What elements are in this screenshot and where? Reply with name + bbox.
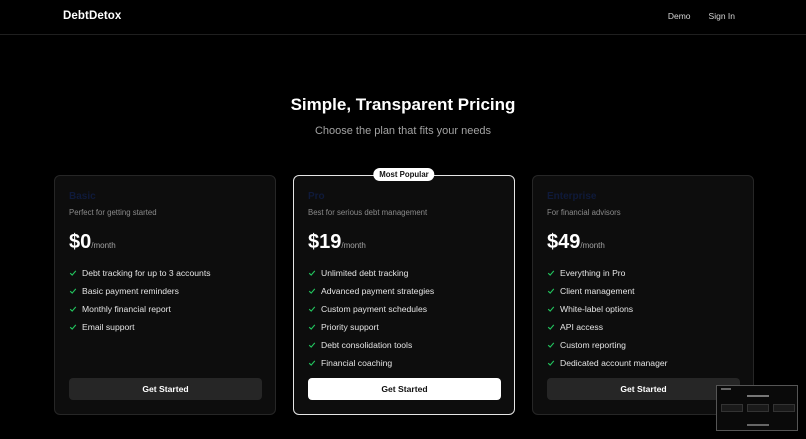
check-icon — [308, 306, 316, 312]
check-icon — [547, 288, 555, 294]
feature-label: Email support — [82, 322, 135, 332]
nav-sign-in-link[interactable]: Sign In — [709, 11, 735, 21]
get-started-button-pro[interactable]: Get Started — [308, 378, 501, 400]
get-started-button-basic[interactable]: Get Started — [69, 378, 262, 400]
check-icon — [547, 270, 555, 276]
feature-label: Custom reporting — [560, 340, 626, 350]
check-icon — [308, 324, 316, 330]
feature-label: Advanced payment strategies — [321, 286, 435, 296]
feature-item: Unlimited debt tracking — [308, 264, 434, 282]
check-icon — [308, 360, 316, 366]
feature-item: Monthly financial report — [69, 300, 211, 318]
feature-label: Priority support — [321, 322, 379, 332]
feature-item: White-label options — [547, 300, 668, 318]
feature-item: Everything in Pro — [547, 264, 668, 282]
site-header: DebtDetox Demo Sign In — [0, 0, 806, 35]
feature-label: Everything in Pro — [560, 268, 626, 278]
price-amount: $0 — [69, 231, 92, 253]
get-started-button-enterprise[interactable]: Get Started — [547, 378, 740, 400]
plan-card-enterprise: Enterprise For financial advisors $49 /m… — [532, 175, 754, 415]
feature-item: Custom payment schedules — [308, 300, 434, 318]
feature-item: Email support — [69, 318, 211, 336]
page-title: Simple, Transparent Pricing — [290, 95, 516, 114]
feature-label: White-label options — [560, 304, 634, 314]
feature-list: Unlimited debt tracking Advanced payment… — [308, 264, 434, 372]
feature-item: Advanced payment strategies — [308, 282, 434, 300]
check-icon — [69, 324, 77, 330]
top-nav: Demo Sign In — [668, 11, 735, 21]
price-period: /month — [341, 241, 366, 250]
thumb-card — [747, 404, 769, 412]
check-icon — [547, 360, 555, 366]
plan-card-pro: Most Popular Pro Best for serious debt m… — [293, 168, 515, 415]
most-popular-badge: Most Popular — [373, 168, 435, 181]
check-icon — [547, 324, 555, 330]
thumb-caption — [747, 424, 769, 426]
price-amount: $49 — [547, 231, 581, 253]
plan-description: Best for serious debt management — [308, 208, 428, 217]
feature-list: Debt tracking for up to 3 accounts Basic… — [69, 264, 211, 336]
plan-description: Perfect for getting started — [69, 208, 157, 217]
plan-description: For financial advisors — [547, 208, 621, 217]
feature-item: API access — [547, 318, 668, 336]
feature-label: Debt tracking for up to 3 accounts — [82, 268, 211, 278]
check-icon — [69, 288, 77, 294]
page-preview-thumbnail[interactable] — [716, 385, 798, 431]
feature-label: Custom payment schedules — [321, 304, 428, 314]
thumb-card — [773, 404, 795, 412]
plan-card-basic: Basic Perfect for getting started $0 /mo… — [54, 175, 276, 415]
feature-label: Client management — [560, 286, 635, 296]
feature-item: Client management — [547, 282, 668, 300]
check-icon — [69, 306, 77, 312]
check-icon — [69, 270, 77, 276]
feature-item: Priority support — [308, 318, 434, 336]
brand-logo[interactable]: DebtDetox — [63, 10, 121, 22]
feature-label: Monthly financial report — [82, 304, 171, 314]
check-icon — [308, 342, 316, 348]
feature-label: Unlimited debt tracking — [321, 268, 409, 278]
price-period: /month — [580, 241, 605, 250]
feature-item: Custom reporting — [547, 336, 668, 354]
price-period: /month — [91, 241, 116, 250]
plan-price: $49 /month — [547, 231, 605, 254]
thumb-brand — [721, 388, 731, 390]
plan-price: $19 /month — [308, 231, 366, 254]
plan-name: Basic — [69, 191, 96, 202]
plan-price: $0 /month — [69, 231, 116, 254]
feature-list: Everything in Pro Client management Whit… — [547, 264, 668, 372]
feature-label: Basic payment reminders — [82, 286, 179, 296]
feature-item: Basic payment reminders — [69, 282, 211, 300]
feature-label: Financial coaching — [321, 358, 393, 368]
nav-demo-link[interactable]: Demo — [668, 11, 691, 21]
check-icon — [547, 306, 555, 312]
check-icon — [547, 342, 555, 348]
thumb-card — [721, 404, 743, 412]
check-icon — [308, 288, 316, 294]
thumb-title — [747, 395, 769, 397]
page-subtitle: Choose the plan that fits your needs — [314, 125, 492, 137]
feature-label: API access — [560, 322, 603, 332]
plan-name: Pro — [308, 191, 325, 202]
feature-label: Dedicated account manager — [560, 358, 668, 368]
price-amount: $19 — [308, 231, 342, 253]
feature-label: Debt consolidation tools — [321, 340, 413, 350]
feature-item: Dedicated account manager — [547, 354, 668, 372]
feature-item: Debt consolidation tools — [308, 336, 434, 354]
check-icon — [308, 270, 316, 276]
feature-item: Debt tracking for up to 3 accounts — [69, 264, 211, 282]
plan-name: Enterprise — [547, 191, 597, 202]
feature-item: Financial coaching — [308, 354, 434, 372]
